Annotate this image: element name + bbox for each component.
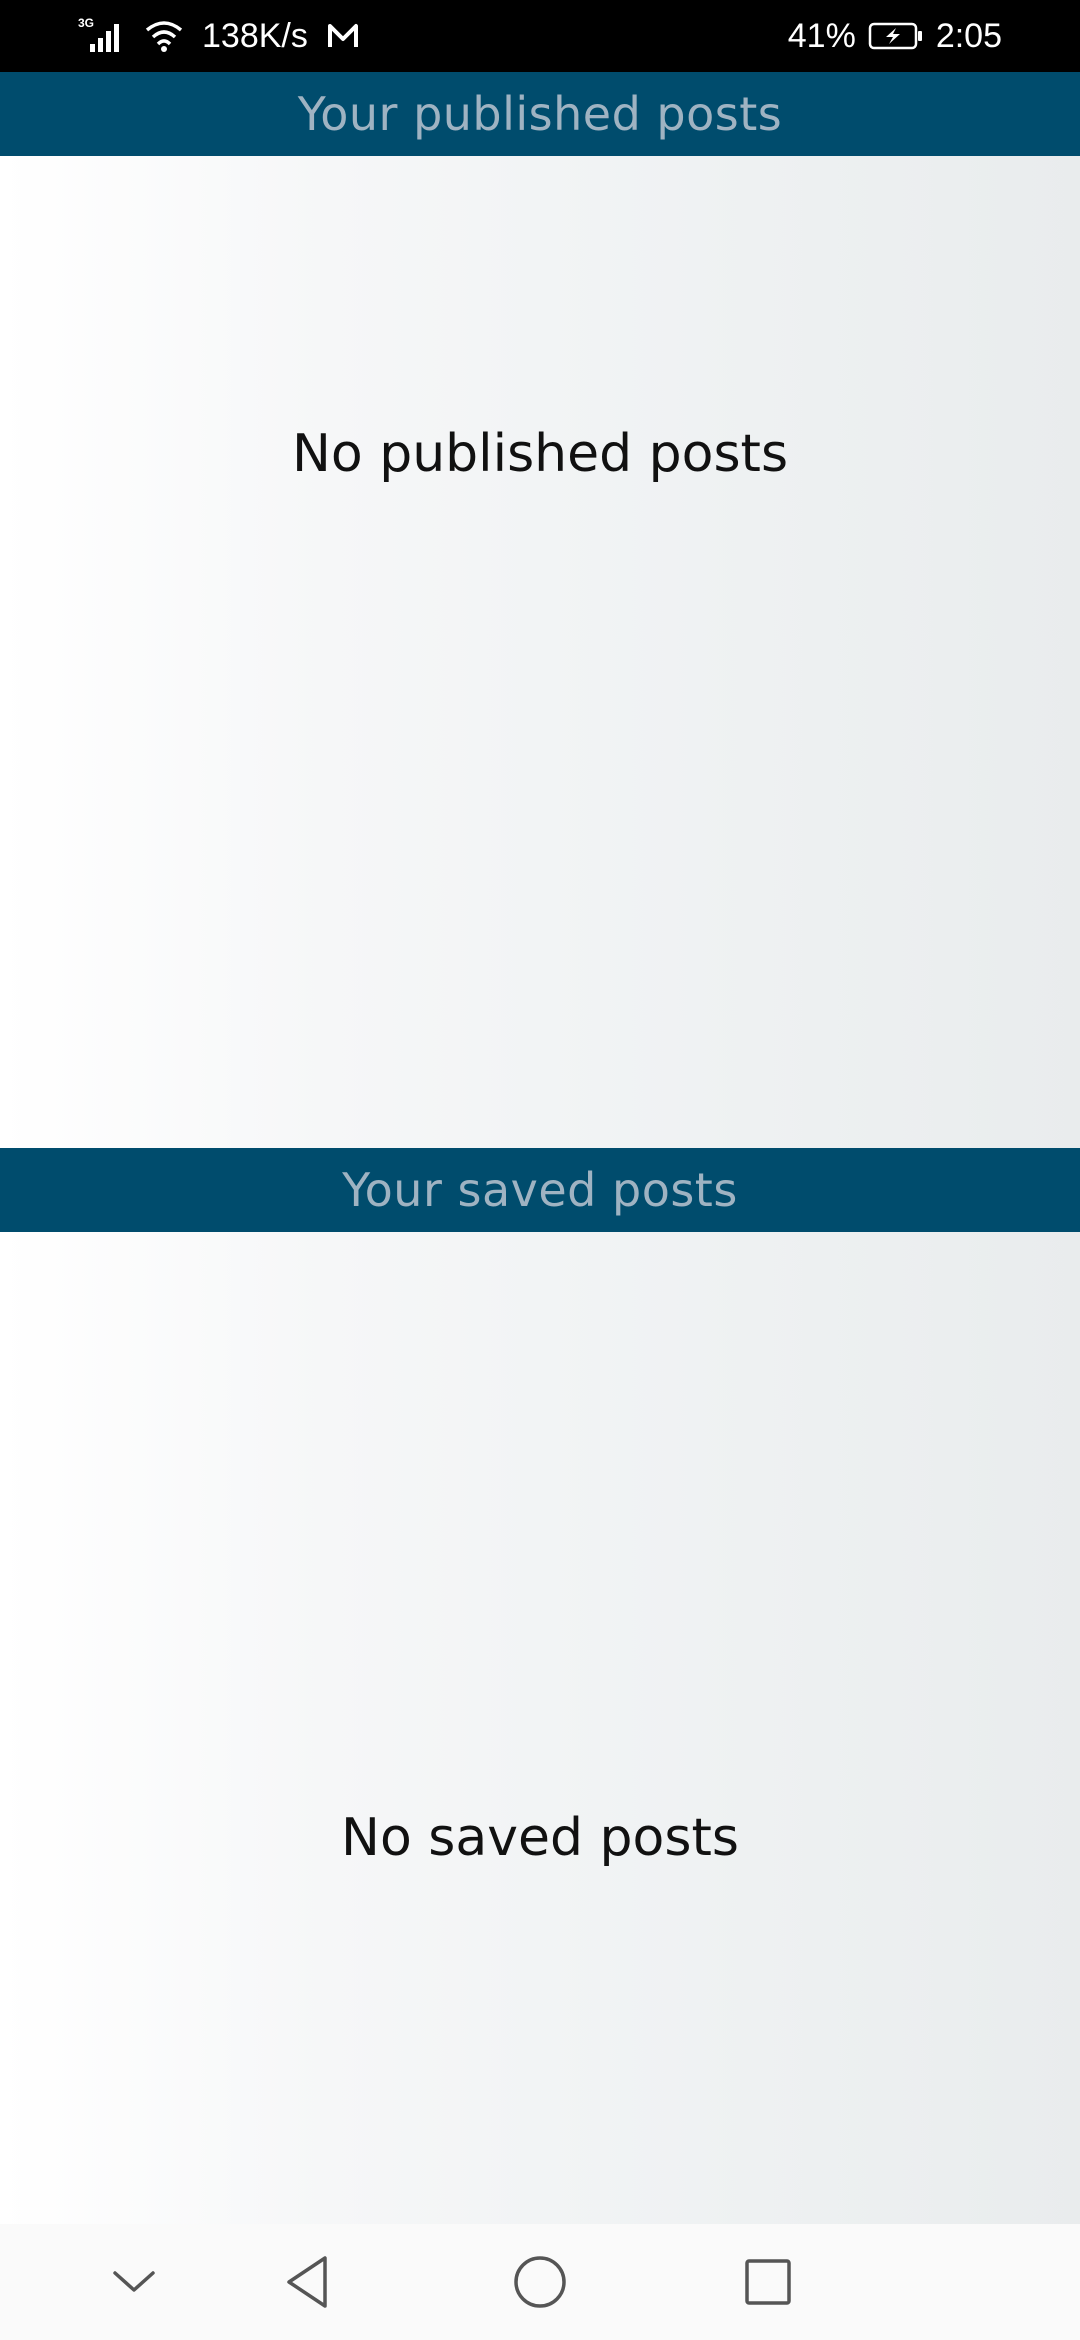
status-bar-right: 41% 2:05 [788,0,1002,72]
saved-posts-panel[interactable]: No saved posts [0,1232,1080,2224]
saved-posts-empty-message: No saved posts [341,1808,739,1868]
status-bar-left: 3G 138K/s [76,0,360,72]
saved-posts-title: Your saved posts [342,1163,738,1217]
status-bar: 3G 138K/s 41% 2:05 [0,0,1080,72]
battery-percent: 41% [787,17,856,55]
home-circle-icon[interactable] [482,2224,598,2340]
published-posts-header: Your published posts [0,72,1080,156]
saved-posts-header: Your saved posts [0,1148,1080,1232]
recents-square-icon[interactable] [710,2224,826,2340]
svg-text:3G: 3G [78,16,94,30]
published-posts-panel[interactable]: No published posts [0,156,1080,1148]
signal-icon: 3G [76,16,126,56]
clock: 2:05 [935,17,1002,55]
battery-charging-icon [868,21,924,51]
published-posts-empty-message: No published posts [291,424,789,484]
collapse-chevron-icon[interactable] [76,2224,192,2340]
published-posts-title: Your published posts [297,87,783,141]
back-triangle-icon[interactable] [250,2224,366,2340]
network-speed: 138K/s [202,17,308,55]
mail-app-icon [326,21,360,51]
wifi-icon [144,18,184,54]
navigation-bar [0,2224,1080,2340]
